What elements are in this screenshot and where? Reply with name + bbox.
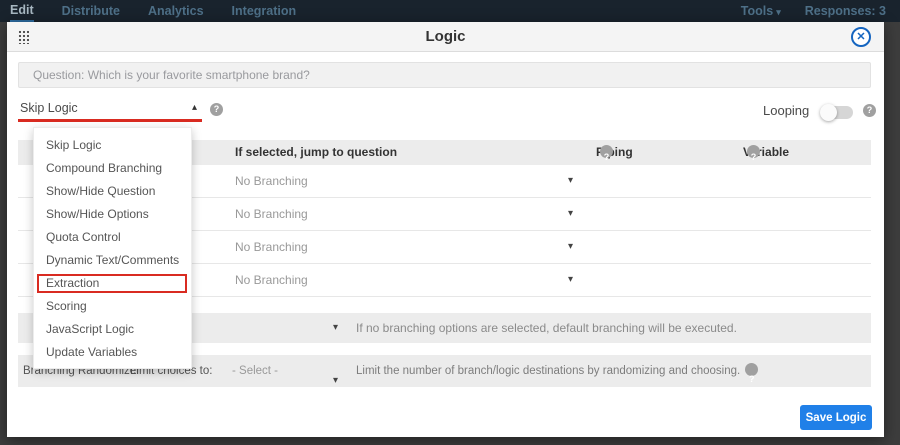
looping-help-icon[interactable]: ? — [863, 104, 876, 117]
nav-tab-distribute[interactable]: Distribute — [62, 1, 120, 21]
default-branching-note: If no branching options are selected, de… — [356, 313, 737, 343]
randomizer-note-text: Limit the number of branch/logic destina… — [356, 365, 740, 377]
branching-select[interactable]: No Branching — [235, 231, 308, 263]
branching-select[interactable]: No Branching — [235, 264, 308, 296]
save-logic-button[interactable]: Save Logic — [800, 405, 872, 430]
dropdown-item-skip-logic[interactable]: Skip Logic — [34, 134, 191, 157]
toggle-knob — [820, 104, 837, 121]
randomizer-select[interactable]: - Select - — [232, 355, 278, 387]
chevron-down-icon[interactable]: ▾ — [333, 322, 338, 333]
branching-select[interactable]: No Branching — [235, 198, 308, 230]
responses-count[interactable]: Responses: 3 — [805, 1, 886, 21]
branching-select[interactable]: No Branching — [235, 165, 308, 197]
randomizer-help-icon[interactable]: ? — [745, 363, 758, 376]
tools-menu[interactable]: Tools▾ — [741, 1, 781, 22]
dropdown-item-quota-control[interactable]: Quota Control — [34, 226, 191, 249]
dropdown-item-update-variables[interactable]: Update Variables — [34, 341, 191, 364]
looping-label: Looping — [763, 103, 809, 118]
dropdown-item-javascript-logic[interactable]: JavaScript Logic — [34, 318, 191, 341]
column-header-jump: If selected, jump to question — [235, 140, 397, 165]
chevron-down-icon: ▾ — [776, 7, 781, 17]
column-header-piping: Piping Text? — [596, 140, 613, 165]
randomizer-note: Limit the number of branch/logic destina… — [356, 355, 758, 387]
nav-tab-integration[interactable]: Integration — [232, 1, 297, 21]
nav-tab-analytics[interactable]: Analytics — [148, 1, 204, 21]
chevron-down-icon[interactable]: ▾ — [568, 274, 573, 285]
modal-title: Logic — [7, 22, 884, 52]
chevron-down-icon[interactable]: ▾ — [568, 175, 573, 186]
dropdown-item-scoring[interactable]: Scoring — [34, 295, 191, 318]
logic-type-help-icon[interactable]: ? — [210, 103, 223, 116]
chevron-down-icon[interactable]: ▾ — [333, 365, 338, 397]
drag-handle-icon[interactable] — [18, 30, 29, 44]
chevron-down-icon[interactable]: ▾ — [568, 241, 573, 252]
chevron-down-icon[interactable]: ▾ — [568, 208, 573, 219]
dropdown-item-show-hide-question[interactable]: Show/Hide Question — [34, 180, 191, 203]
logic-type-select[interactable]: Skip Logic ▴ — [18, 98, 202, 122]
column-header-variable: Variable Assignment? — [743, 140, 760, 165]
chevron-up-icon: ▴ — [192, 102, 197, 113]
nav-tab-edit[interactable]: Edit — [10, 0, 34, 22]
top-navbar: Edit Distribute Analytics Integration To… — [0, 0, 900, 22]
logic-type-value: Skip Logic — [18, 98, 202, 118]
dropdown-item-extraction[interactable]: Extraction — [37, 274, 187, 293]
logic-modal: Logic ✕ Question: Which is your favorite… — [7, 22, 884, 437]
logic-type-dropdown-menu: Skip Logic Compound Branching Show/Hide … — [33, 127, 192, 369]
dropdown-item-compound-branching[interactable]: Compound Branching — [34, 157, 191, 180]
dropdown-item-show-hide-options[interactable]: Show/Hide Options — [34, 203, 191, 226]
modal-header: Logic ✕ — [7, 22, 884, 52]
dropdown-item-dynamic-text-comments[interactable]: Dynamic Text/Comments — [34, 249, 191, 272]
close-icon[interactable]: ✕ — [851, 27, 871, 47]
looping-toggle[interactable] — [822, 106, 853, 119]
tools-label: Tools — [741, 4, 773, 18]
question-label: Question: Which is your favorite smartph… — [18, 62, 871, 88]
